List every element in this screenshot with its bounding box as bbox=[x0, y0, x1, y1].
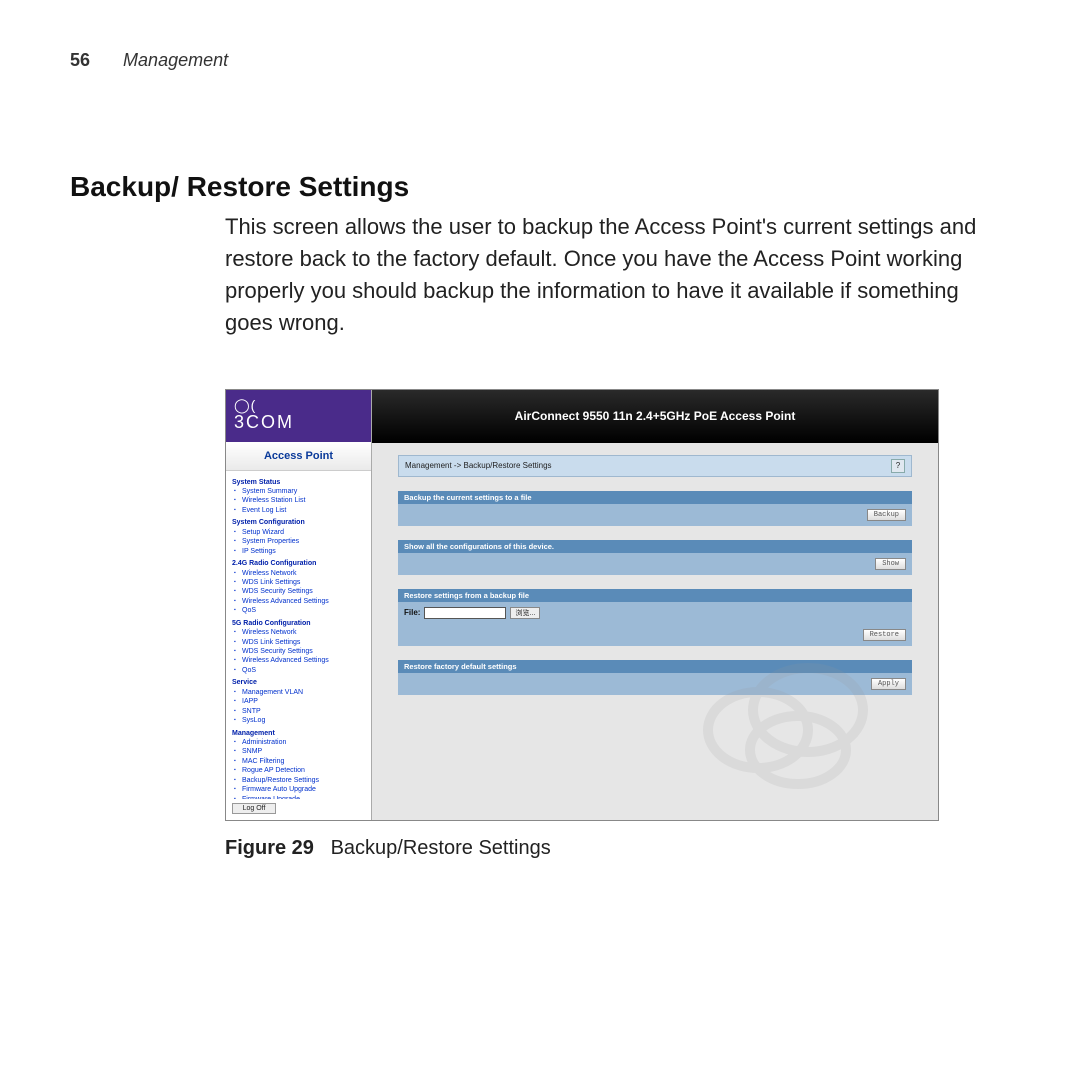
panel-backup-head: Backup the current settings to a file bbox=[398, 491, 912, 504]
nav-group-5g-radio: 5G Radio Configuration bbox=[232, 619, 365, 628]
browse-button[interactable]: 浏览... bbox=[510, 607, 540, 619]
nav-management-vlan[interactable]: Management VLAN bbox=[232, 688, 365, 697]
file-label: File: bbox=[404, 608, 420, 617]
content-area: Management -> Backup/Restore Settings ? … bbox=[372, 443, 938, 820]
nav-group-management: Management bbox=[232, 729, 365, 738]
nav-24g-wds-security[interactable]: WDS Security Settings bbox=[232, 587, 365, 596]
nav-snmp[interactable]: SNMP bbox=[232, 747, 365, 756]
sidebar-nav: System Status System Summary Wireless St… bbox=[226, 471, 371, 799]
main-area: AirConnect 9550 11n 2.4+5GHz PoE Access … bbox=[372, 390, 938, 820]
panel-restore-file: Restore settings from a backup file File… bbox=[398, 589, 912, 646]
panel-show-head: Show all the configurations of this devi… bbox=[398, 540, 912, 553]
figure-label: Figure 29 bbox=[225, 837, 314, 859]
nav-5g-wds-security[interactable]: WDS Security Settings bbox=[232, 647, 365, 656]
help-button[interactable]: ? bbox=[891, 459, 905, 473]
device-title-bar: AirConnect 9550 11n 2.4+5GHz PoE Access … bbox=[372, 390, 938, 443]
nav-group-system-config: System Configuration bbox=[232, 518, 365, 527]
brand-ring-icon: ◯( bbox=[234, 398, 363, 412]
brand-text: 3COM bbox=[234, 412, 363, 433]
nav-setup-wizard[interactable]: Setup Wizard bbox=[232, 528, 365, 537]
nav-event-log-list[interactable]: Event Log List bbox=[232, 506, 365, 515]
nav-group-system-status: System Status bbox=[232, 478, 365, 487]
nav-24g-wireless-network[interactable]: Wireless Network bbox=[232, 569, 365, 578]
nav-24g-wireless-advanced[interactable]: Wireless Advanced Settings bbox=[232, 597, 365, 606]
apply-button[interactable]: Apply bbox=[871, 678, 906, 690]
panel-backup: Backup the current settings to a file Ba… bbox=[398, 491, 912, 526]
nav-24g-wds-link[interactable]: WDS Link Settings bbox=[232, 578, 365, 587]
nav-ip-settings[interactable]: IP Settings bbox=[232, 547, 365, 556]
nav-sntp[interactable]: SNTP bbox=[232, 707, 365, 716]
logoff-button[interactable]: Log Off bbox=[232, 803, 276, 814]
nav-5g-qos[interactable]: QoS bbox=[232, 666, 365, 675]
breadcrumb-text: Management -> Backup/Restore Settings bbox=[405, 461, 552, 470]
sidebar-title: Access Point bbox=[226, 442, 371, 471]
nav-group-24g-radio: 2.4G Radio Configuration bbox=[232, 559, 365, 568]
nav-firmware-auto-upgrade[interactable]: Firmware Auto Upgrade bbox=[232, 785, 365, 794]
nav-5g-wireless-advanced[interactable]: Wireless Advanced Settings bbox=[232, 656, 365, 665]
panel-factory-head: Restore factory default settings bbox=[398, 660, 912, 673]
breadcrumb-bar: Management -> Backup/Restore Settings ? bbox=[398, 455, 912, 477]
nav-system-summary[interactable]: System Summary bbox=[232, 487, 365, 496]
nav-wireless-station-list[interactable]: Wireless Station List bbox=[232, 496, 365, 505]
nav-24g-qos[interactable]: QoS bbox=[232, 606, 365, 615]
nav-group-service: Service bbox=[232, 678, 365, 687]
panel-show-config: Show all the configurations of this devi… bbox=[398, 540, 912, 575]
page-number: 56 bbox=[70, 50, 90, 70]
file-row: File: 浏览... bbox=[404, 607, 540, 619]
nav-system-properties[interactable]: System Properties bbox=[232, 537, 365, 546]
brand-logo: ◯( 3COM bbox=[226, 390, 371, 442]
figure-screenshot: ◯( 3COM Access Point System Status Syste… bbox=[225, 389, 939, 821]
chapter-title: Management bbox=[123, 50, 228, 70]
panel-restore-head: Restore settings from a backup file bbox=[398, 589, 912, 602]
figure-caption-text: Backup/Restore Settings bbox=[331, 837, 551, 859]
backup-button[interactable]: Backup bbox=[867, 509, 906, 521]
nav-administration[interactable]: Administration bbox=[232, 738, 365, 747]
nav-firmware-upgrade[interactable]: Firmware Upgrade bbox=[232, 795, 365, 799]
nav-5g-wireless-network[interactable]: Wireless Network bbox=[232, 628, 365, 637]
nav-rogue-ap[interactable]: Rogue AP Detection bbox=[232, 766, 365, 775]
sidebar: ◯( 3COM Access Point System Status Syste… bbox=[226, 390, 372, 820]
file-path-input[interactable] bbox=[424, 607, 506, 619]
nav-mac-filtering[interactable]: MAC Filtering bbox=[232, 757, 365, 766]
panel-factory-default: Restore factory default settings Apply bbox=[398, 660, 912, 695]
section-heading: Backup/ Restore Settings bbox=[70, 171, 1010, 203]
restore-button[interactable]: Restore bbox=[863, 629, 906, 641]
nav-5g-wds-link[interactable]: WDS Link Settings bbox=[232, 638, 365, 647]
nav-backup-restore[interactable]: Backup/Restore Settings bbox=[232, 776, 365, 785]
figure-caption: Figure 29 Backup/Restore Settings bbox=[225, 837, 1010, 860]
show-button[interactable]: Show bbox=[875, 558, 906, 570]
nav-syslog[interactable]: SysLog bbox=[232, 716, 365, 725]
running-header: 56 Management bbox=[70, 50, 1010, 71]
nav-iapp[interactable]: IAPP bbox=[232, 697, 365, 706]
section-body: This screen allows the user to backup th… bbox=[225, 211, 985, 339]
